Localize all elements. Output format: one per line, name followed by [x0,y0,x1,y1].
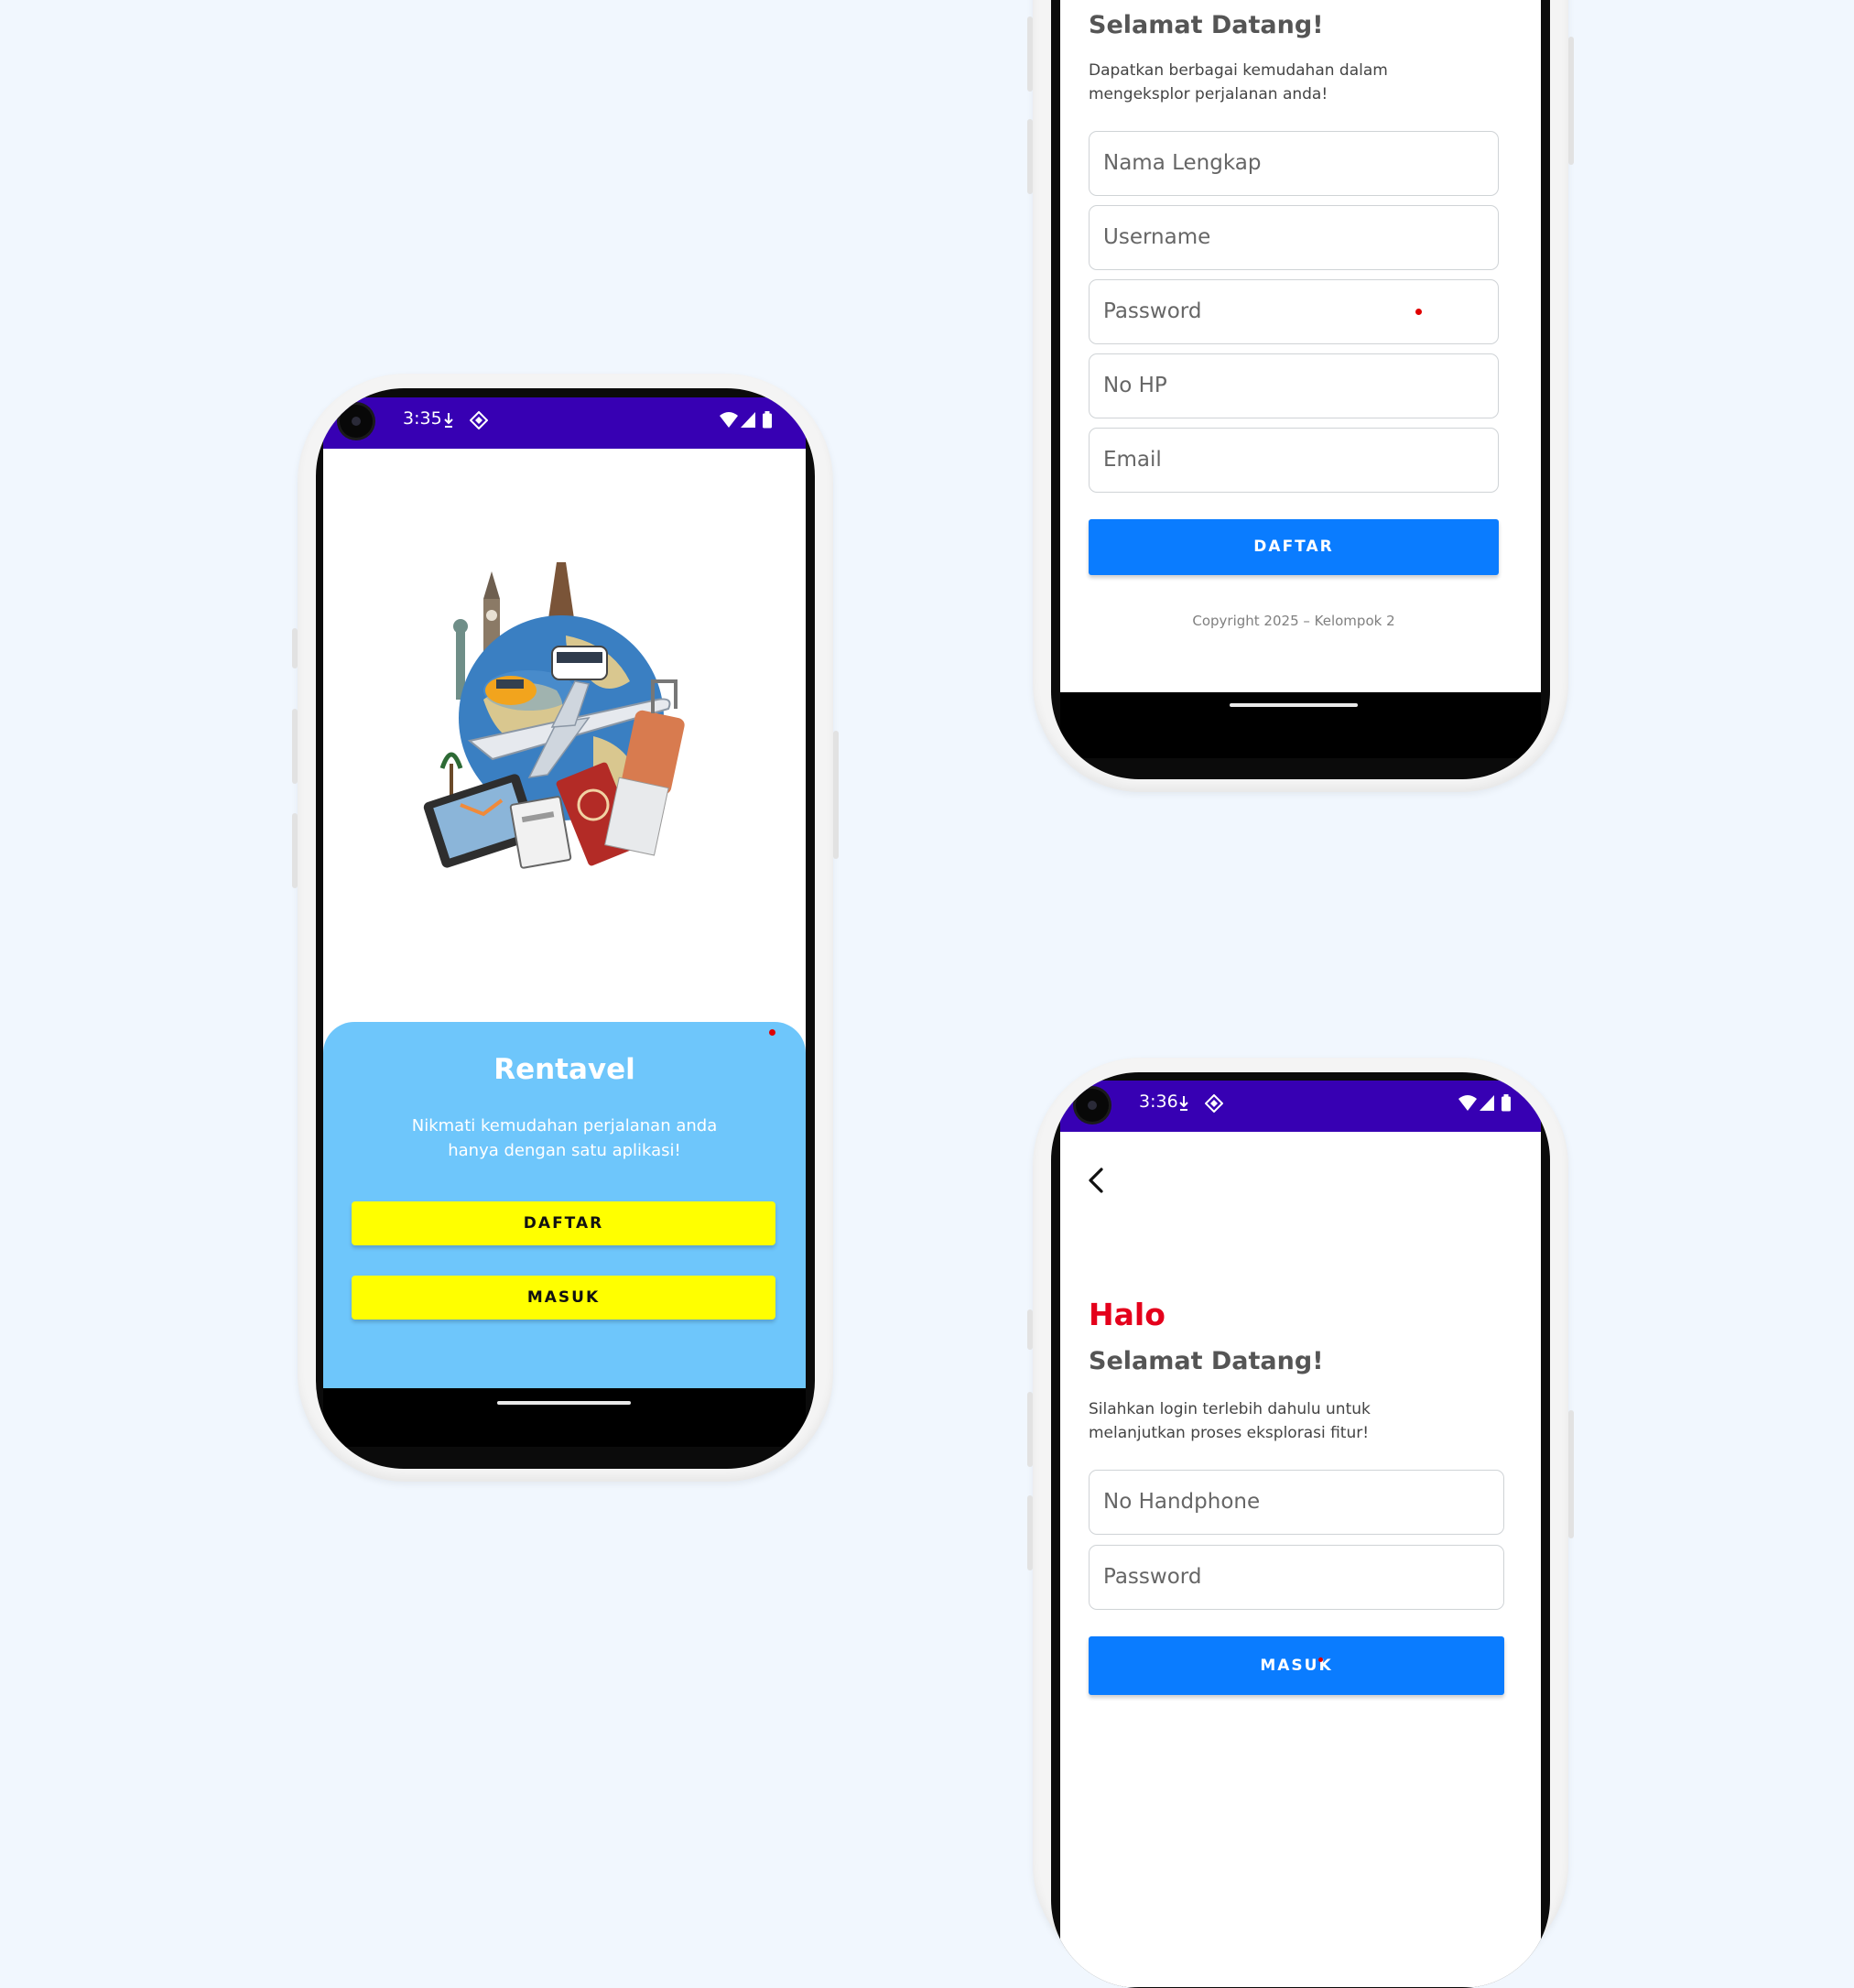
phone-register: Selamat Datang! Dapatkan berbagai kemuda… [1027,0,1574,792]
signal-icon [741,412,755,428]
welcome-sheet: Rentavel Nikmati kemudahan perjalanan an… [323,1022,806,1388]
side-button [1027,1495,1033,1570]
register-button[interactable]: DAFTAR [352,1201,775,1245]
indicator-dot [769,1029,775,1036]
app-name: Rentavel [493,1053,635,1086]
greeting-title: Selamat Datang! [1089,1347,1324,1375]
front-camera [340,405,373,438]
greeting-description: Silahkan login terlebih dahulu untuk mel… [1089,1397,1371,1445]
home-indicator[interactable] [1230,703,1358,707]
screen: 3:36 Halo Selamat Datang! Silahkan login… [1060,1081,1541,1987]
side-button [1568,1410,1574,1538]
phone-input[interactable]: No Handphone [1089,1470,1504,1535]
password-placeholder: Password [1103,299,1202,323]
battery-icon [1502,1094,1511,1112]
wifi-icon [720,412,738,428]
copyright-text: Copyright 2025 – Kelompok 2 [1192,613,1395,629]
full-name-input[interactable]: Nama Lengkap [1089,131,1499,196]
indicator-dot [1318,1657,1323,1662]
phone-bezel: 3:36 Halo Selamat Datang! Silahkan login… [1051,1072,1550,1988]
nav-bar [323,1388,806,1447]
phone-input[interactable]: No HP [1089,353,1499,418]
travel-illustration [423,562,685,869]
status-time: 3:36 [1139,1092,1178,1112]
signal-icon [1480,1095,1494,1111]
phone-bezel: 3:35 Rentavel Nikmati kemudahan perjalan… [316,388,815,1469]
nav-bar [1060,692,1541,758]
status-bar: 3:36 [1060,1081,1541,1132]
description-line: melanjutkan proses eksplorasi fitur! [1089,1424,1370,1442]
front-camera [1076,1089,1109,1122]
download-icon [1179,1096,1188,1111]
home-indicator[interactable] [497,1401,631,1405]
hello-title: Halo [1089,1297,1166,1332]
side-button [1027,119,1033,194]
screen: 3:35 Rentavel Nikmati kemudahan perjalan… [323,397,806,1447]
phone-login: 3:36 Halo Selamat Datang! Silahkan login… [1027,1058,1574,1988]
side-button [292,628,298,668]
description-line: Silahkan login terlebih dahulu untuk [1089,1400,1371,1418]
side-button [833,731,839,859]
side-button [1027,1309,1033,1350]
side-button [1027,1392,1033,1467]
side-button [1568,37,1574,165]
indicator-dot [1415,309,1422,315]
greeting-title: Selamat Datang! [1089,11,1324,39]
username-input[interactable]: Username [1089,205,1499,270]
back-arrow-icon[interactable] [1087,1167,1105,1194]
register-submit-button[interactable]: DAFTAR [1089,519,1499,575]
wifi-icon [1458,1095,1477,1111]
tagline-line: Nikmati kemudahan perjalanan anda [411,1116,718,1135]
description-line: Dapatkan berbagai kemudahan dalam [1089,61,1388,80]
password-input[interactable]: Password [1089,1545,1504,1610]
password-input[interactable]: Password [1089,279,1499,344]
phone-welcome: 3:35 Rentavel Nikmati kemudahan perjalan… [292,374,839,1482]
status-bar: 3:35 [323,397,806,449]
login-button[interactable]: MASUK [352,1276,775,1320]
email-input[interactable]: Email [1089,428,1499,493]
greeting-description: Dapatkan berbagai kemudahan dalam mengek… [1089,59,1388,106]
side-button [292,813,298,888]
screen: Selamat Datang! Dapatkan berbagai kemuda… [1060,0,1541,758]
canvas: { "welcome_screen": { "status": { "time"… [0,0,1854,1988]
phone-bezel: Selamat Datang! Dapatkan berbagai kemuda… [1051,0,1550,779]
login-submit-button[interactable]: MASUK [1089,1636,1504,1695]
app-tagline: Nikmati kemudahan perjalanan anda hanya … [360,1113,769,1163]
battery-icon [763,411,772,429]
nfc-icon [470,411,488,429]
download-icon [444,413,453,428]
description-line: mengeksplor perjalanan anda! [1089,85,1328,103]
side-button [292,709,298,784]
side-button [1027,16,1033,92]
tagline-line: hanya dengan satu aplikasi! [448,1141,681,1160]
status-time: 3:35 [403,408,442,429]
nfc-icon [1205,1094,1223,1113]
